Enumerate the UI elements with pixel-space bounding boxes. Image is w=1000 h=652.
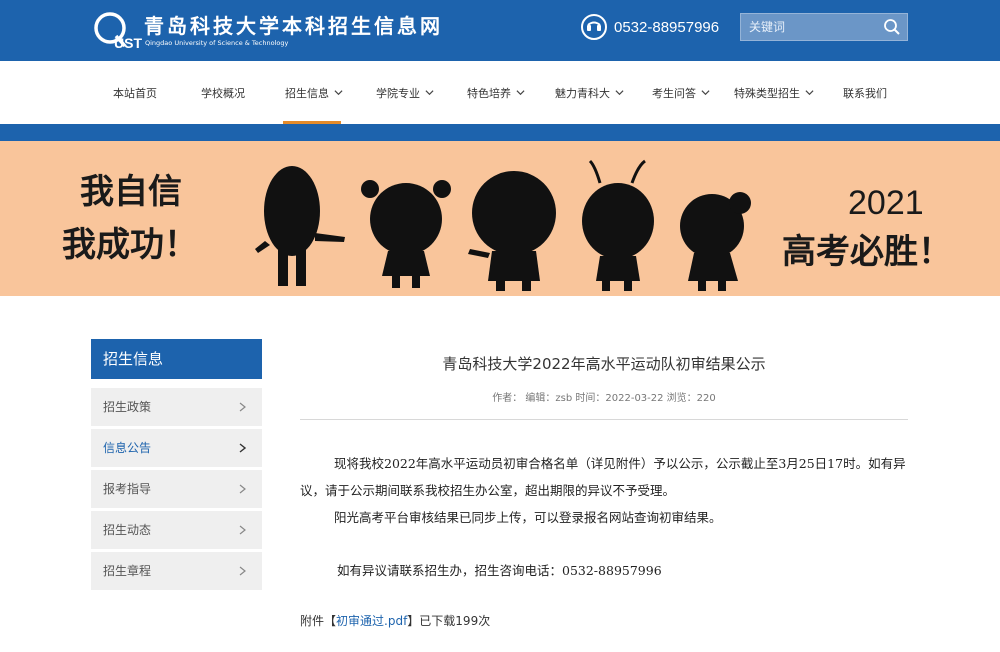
article-paragraph-1: 现将我校2022年高水平运动员初审合格名单（详见附件）予以公示，公示截止至3月2… bbox=[300, 456, 906, 498]
search-box bbox=[740, 13, 908, 41]
chevron-right-icon bbox=[239, 566, 246, 576]
search-input[interactable] bbox=[741, 14, 877, 40]
nav-home[interactable]: 本站首页 bbox=[113, 61, 157, 124]
qust-logo-icon: UST bbox=[94, 12, 142, 51]
sidebar-item-label: 招生章程 bbox=[103, 564, 152, 578]
nav-label: 考生问答 bbox=[652, 86, 696, 100]
banner-slogan-left-1: 我自信 bbox=[80, 172, 182, 212]
search-icon[interactable] bbox=[883, 18, 901, 36]
sidebar-item-policy[interactable]: 招生政策 bbox=[91, 388, 262, 426]
nav-underline-strip bbox=[0, 124, 1000, 141]
nav-colleges[interactable]: 学院专业 bbox=[376, 61, 434, 124]
chevron-right-icon bbox=[239, 402, 246, 412]
nav-label: 学院专业 bbox=[376, 86, 420, 100]
nav-label: 特殊类型招生 bbox=[734, 86, 800, 100]
sidebar-item-label: 招生政策 bbox=[103, 400, 152, 414]
chevron-right-icon bbox=[239, 525, 246, 535]
hotline-number: 0532-88957996 bbox=[614, 18, 720, 36]
sidebar-item-charter[interactable]: 招生章程 bbox=[91, 552, 262, 590]
nav-label: 魅力青科大 bbox=[555, 86, 610, 100]
nav-label: 本站首页 bbox=[113, 86, 157, 100]
attachment-link[interactable]: 初审通过.pdf bbox=[336, 614, 407, 628]
chevron-down-icon bbox=[425, 90, 434, 96]
sidebar-item-label: 报考指导 bbox=[103, 482, 152, 496]
chevron-down-icon bbox=[805, 90, 814, 96]
sidebar-item-guidance[interactable]: 报考指导 bbox=[91, 470, 262, 508]
nav-label: 招生信息 bbox=[285, 86, 329, 100]
chevron-down-icon bbox=[334, 90, 343, 96]
attachment-suffix: 】已下载199次 bbox=[407, 614, 491, 628]
nav-contact[interactable]: 联系我们 bbox=[843, 61, 887, 124]
nav-about[interactable]: 学校概况 bbox=[201, 61, 245, 124]
banner-slogan-left-2: 我成功！ bbox=[62, 225, 198, 265]
site-title-cn: 青岛科技大学本科招生信息网 bbox=[144, 14, 443, 38]
banner-year: 2021 bbox=[848, 184, 924, 222]
chevron-down-icon bbox=[516, 90, 525, 96]
article-title: 青岛科技大学2022年高水平运动队初审结果公示 bbox=[442, 355, 766, 373]
sidebar-item-label: 招生动态 bbox=[103, 523, 152, 537]
nav-features[interactable]: 特色培养 bbox=[467, 61, 525, 124]
hotline: 0532-88957996 bbox=[580, 13, 719, 41]
chevron-right-icon bbox=[239, 443, 246, 453]
nav-label: 联系我们 bbox=[843, 86, 887, 100]
article-divider bbox=[300, 419, 908, 420]
nav-special[interactable]: 特殊类型招生 bbox=[734, 61, 814, 124]
phone-icon bbox=[581, 14, 607, 40]
sidebar-item-announcements[interactable]: 信息公告 bbox=[91, 429, 262, 467]
nav-qa[interactable]: 考生问答 bbox=[652, 61, 710, 124]
svg-text:UST: UST bbox=[114, 35, 142, 51]
article-paragraph-3: 如有异议请联系招生办，招生咨询电话：0532-88957996 bbox=[337, 563, 662, 578]
nav-admission-info[interactable]: 招生信息 bbox=[283, 61, 343, 124]
article-paragraph-2: 阳光高考平台审核结果已同步上传，可以登录报名网站查询初审结果。 bbox=[334, 510, 722, 525]
chevron-down-icon bbox=[615, 90, 624, 96]
site-logo[interactable]: UST 青岛科技大学本科招生信息网 Qingdao University of … bbox=[92, 6, 492, 56]
main-nav: 本站首页 学校概况 招生信息 学院专业 特色培养 魅力青科大 考生问答 特殊类型… bbox=[0, 61, 1000, 124]
chevron-right-icon bbox=[239, 484, 246, 494]
sidebar-item-label: 信息公告 bbox=[103, 441, 152, 455]
article-meta: 作者： 编辑：zsb 时间：2022-03-22 浏览：220 bbox=[492, 393, 716, 404]
nav-label: 学校概况 bbox=[201, 86, 245, 100]
banner-slogan-right: 高考必胜！ bbox=[782, 232, 952, 272]
banner-graphic: 我自信 我成功！ 2021 高考必胜！ bbox=[62, 159, 952, 291]
banner: 我自信 我成功！ 2021 高考必胜！ bbox=[0, 141, 1000, 296]
nav-label: 特色培养 bbox=[467, 86, 511, 100]
sidebar-title: 招生信息 bbox=[91, 339, 262, 379]
attachment-prefix: 附件【 bbox=[300, 614, 337, 628]
attachment-line: 附件【初审通过.pdf】已下载199次 bbox=[300, 612, 490, 629]
chevron-down-icon bbox=[701, 90, 710, 96]
header-bar: UST 青岛科技大学本科招生信息网 Qingdao University of … bbox=[0, 0, 1000, 61]
site-title-en: Qingdao University of Science & Technolo… bbox=[145, 39, 289, 47]
nav-charm[interactable]: 魅力青科大 bbox=[555, 61, 624, 124]
sidebar-item-news[interactable]: 招生动态 bbox=[91, 511, 262, 549]
